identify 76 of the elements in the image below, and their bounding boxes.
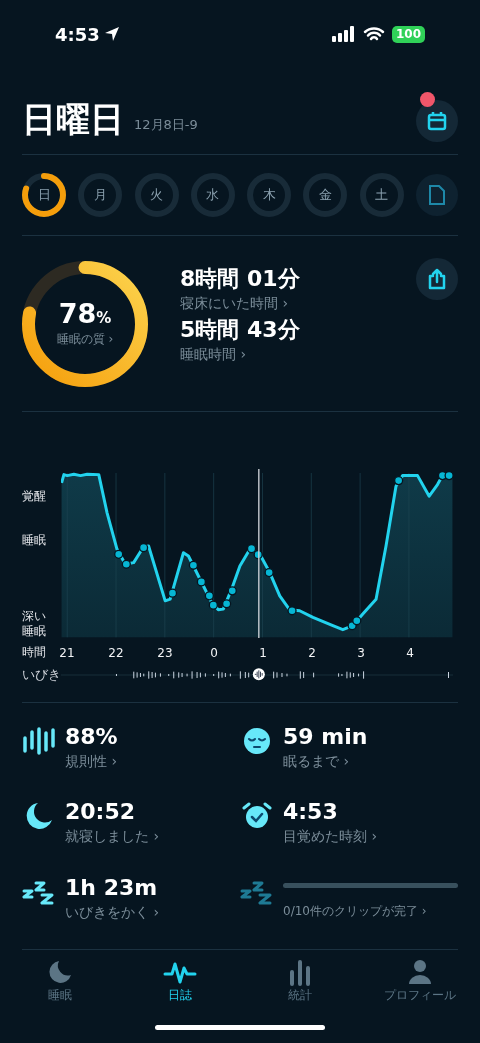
event-dot: [246, 544, 257, 554]
graph-axis-label: 睡眠: [22, 533, 47, 548]
status-time: 4:53: [55, 22, 100, 47]
stat-label[interactable]: 0/10件のクリップが完了 ›: [283, 901, 458, 920]
report-button[interactable]: [415, 174, 458, 216]
event-dot: [196, 577, 207, 587]
event-dot: [227, 586, 237, 596]
sleep-quality-link[interactable]: 睡眠の質 ›: [56, 329, 114, 348]
event-dot: [287, 606, 297, 616]
hour-label: 0: [210, 645, 218, 662]
moon-icon: [46, 958, 74, 986]
graph-axis-label: 覚醒: [22, 489, 47, 504]
event-dot: [138, 543, 149, 553]
weekday-label[interactable]: 月: [93, 185, 107, 205]
event-dot: [444, 470, 454, 481]
stat-label[interactable]: いびきをかく ›: [65, 901, 160, 922]
weekday-label[interactable]: 火: [150, 185, 164, 205]
stat-value: 1h 23m: [65, 873, 159, 902]
weekday-label[interactable]: 土: [375, 185, 389, 205]
event-dot: [264, 567, 274, 578]
event-dot: [188, 560, 199, 570]
tab-bar-item[interactable]: 睡眠: [0, 958, 120, 1004]
event-dot: [208, 600, 218, 610]
event-dot: [114, 549, 124, 559]
hour-label: 3: [357, 645, 365, 662]
stat-label[interactable]: 眠るまで ›: [283, 751, 368, 771]
stat-value: 20:52: [65, 798, 137, 827]
document-icon: [427, 184, 446, 206]
time-in-bed-link[interactable]: 寝床にいた時間 ›: [180, 293, 416, 313]
hour-label: 22: [108, 645, 124, 662]
hour-label: 23: [157, 645, 173, 662]
sleep-score: 78: [58, 299, 97, 330]
day-title: 日曜日: [22, 98, 124, 140]
wifi-icon: [362, 26, 385, 42]
sleep-duration: 5時間 43分: [180, 316, 301, 344]
share-icon: [427, 268, 447, 290]
time-in-bed: 8時間 01分: [180, 265, 301, 293]
event-dot: [121, 559, 131, 569]
location-arrow-icon: [103, 26, 120, 42]
graph-axis-title: 時間: [22, 644, 47, 661]
stat-label[interactable]: 規則性 ›: [65, 751, 118, 771]
event-dot: [204, 591, 214, 601]
hour-label: 4: [406, 645, 414, 662]
weekday-label[interactable]: 金: [318, 185, 332, 205]
stat-value: 59 min: [283, 723, 368, 751]
battery-indicator: 100: [391, 25, 425, 43]
person-icon: [406, 958, 434, 986]
bars-icon: [22, 726, 56, 756]
hour-label: 21: [59, 645, 75, 662]
calendar-icon: [427, 111, 447, 131]
calendar-button[interactable]: [416, 100, 458, 142]
score-unit: %: [96, 309, 112, 330]
event-dot: [352, 616, 362, 626]
stat-value: 88%: [65, 723, 118, 751]
weekday-label[interactable]: 水: [206, 185, 220, 205]
event-dot: [394, 475, 404, 486]
signal-icon: [331, 26, 356, 42]
snore-row-label: いびき: [22, 667, 61, 683]
stat-value: 4:53: [283, 798, 339, 827]
time-cursor[interactable]: [258, 468, 260, 639]
date-range: 12月8日-9: [134, 115, 198, 134]
hour-label: 2: [308, 645, 316, 662]
graph-axis-label: 深い睡眠: [22, 609, 47, 639]
stat-label[interactable]: 目覚めた時刻 ›: [283, 826, 378, 847]
share-button[interactable]: [416, 258, 458, 300]
event-dot: [167, 588, 178, 598]
event-dot: [253, 550, 263, 560]
weekday-label[interactable]: 木: [262, 185, 276, 205]
tab-bar-item[interactable]: 統計: [240, 958, 360, 1004]
event-dot: [221, 599, 232, 609]
weekday-label[interactable]: 日: [37, 185, 51, 205]
tab-bar-item[interactable]: 日誌: [120, 958, 240, 1004]
hour-label: 1: [259, 645, 267, 662]
tab-bar-item[interactable]: プロフィール: [360, 958, 480, 1004]
sleep-duration-link[interactable]: 睡眠時間 ›: [180, 344, 416, 364]
stat-label[interactable]: 就寝しました ›: [65, 826, 160, 847]
